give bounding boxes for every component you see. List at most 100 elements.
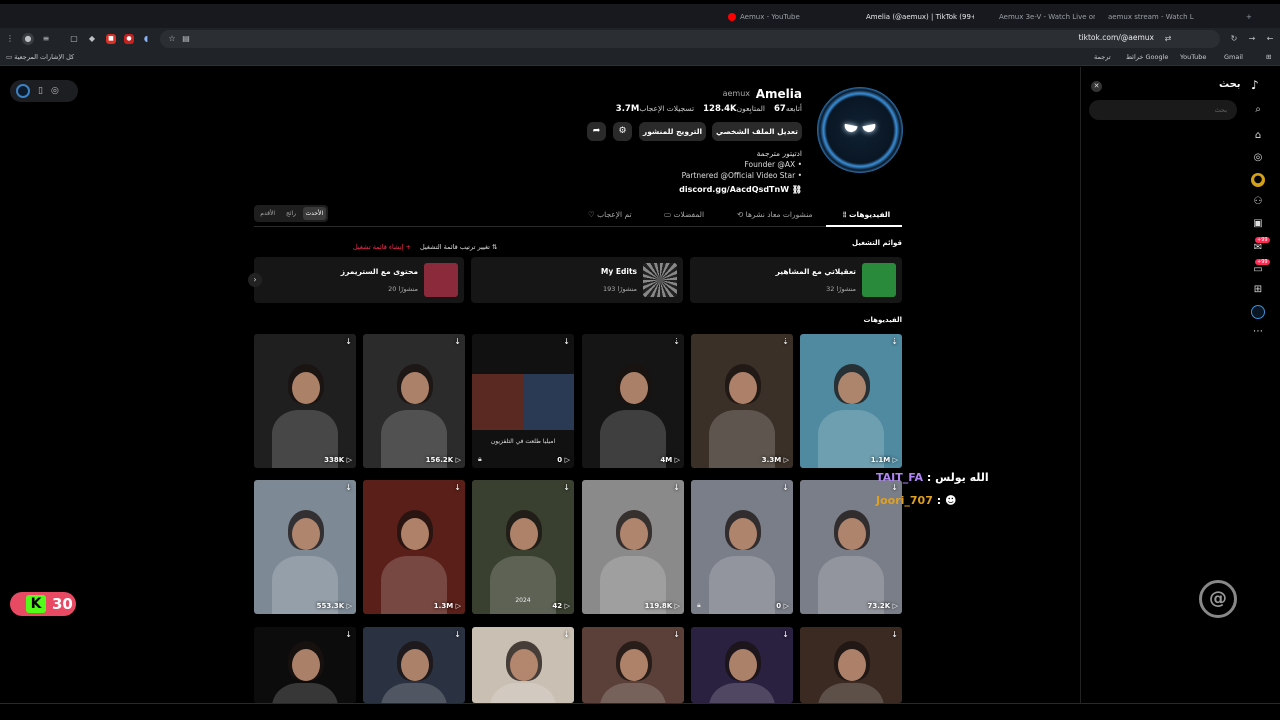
apps-grid-icon[interactable]: ⊞: [1266, 53, 1271, 61]
video-card[interactable]: ↓: [472, 627, 574, 703]
browser-tab-active[interactable]: Amelia (@aemux) | TikTok (99+): [862, 10, 974, 24]
download-icon[interactable]: ↓: [345, 337, 352, 346]
extension-icon[interactable]: ▢: [68, 33, 80, 45]
playlist-card[interactable]: My Edits 193 منشورًا: [471, 257, 683, 303]
page-info-icon[interactable]: ▤: [180, 33, 192, 45]
promote-post-button[interactable]: الترويج للمنشور: [639, 122, 706, 141]
address-bar[interactable]: ☆ ▤ tiktok.com/@aemux ⇄: [160, 30, 1220, 48]
video-card[interactable]: ⇣ 1.1M ▷: [800, 334, 902, 468]
download-icon[interactable]: ↓: [345, 483, 352, 492]
tab-videos[interactable]: ⦙⦙ الفيديوهات: [843, 210, 890, 220]
download-icon[interactable]: ↓: [782, 483, 789, 492]
tab-favorites[interactable]: ▭ المفضلات: [664, 210, 704, 219]
more-icon[interactable]: ⋯: [1251, 325, 1265, 339]
download-icon[interactable]: ↓: [891, 483, 898, 492]
floating-widget[interactable]: ▯ ◎: [10, 80, 78, 102]
search-icon[interactable]: ⌕: [1251, 103, 1265, 117]
inbox-icon[interactable]: ✉: [1251, 241, 1265, 255]
all-bookmarks-link[interactable]: ▭ كل الإشارات المرجعية: [6, 53, 74, 61]
video-card[interactable]: ↓ 119.8K ▷: [582, 480, 684, 614]
download-icon[interactable]: ↓: [454, 483, 461, 492]
bookmark-star-icon[interactable]: ☆: [166, 33, 178, 45]
back-icon[interactable]: ←: [1264, 33, 1276, 45]
playlist-card[interactable]: محتوى مع الستريمرز 20 منشورًا: [254, 257, 464, 303]
playlist-scroll-arrow-icon[interactable]: ›: [248, 273, 262, 287]
tab-reposts[interactable]: ⟲ منشورات معاد نشرها: [737, 210, 812, 219]
create-playlist-button[interactable]: إنشاء قائمة تشغيل +: [353, 243, 411, 251]
download-icon[interactable]: ↓: [891, 630, 898, 639]
download-icon[interactable]: ↓: [673, 483, 680, 492]
download-icon[interactable]: ↓: [563, 337, 570, 346]
video-card[interactable]: ↓ 553.3K ▷: [254, 480, 356, 614]
profile-avatar-icon[interactable]: ●: [22, 33, 34, 45]
shield-icon[interactable]: ◆: [86, 33, 98, 45]
video-card[interactable]: ↓: [254, 627, 356, 703]
bookmark-youtube[interactable]: YouTube: [1180, 53, 1206, 61]
following-icon[interactable]: ⚇: [1251, 195, 1265, 209]
video-card[interactable]: ↓: [363, 627, 465, 703]
sort-popular[interactable]: رائج: [279, 207, 302, 220]
stat-followers[interactable]: 128.4Kالمتابِعون: [700, 104, 765, 114]
video-card[interactable]: ↓ 1.3M ▷: [363, 480, 465, 614]
video-card[interactable]: ↓: [800, 627, 902, 703]
phone-icon[interactable]: ▯: [38, 86, 43, 96]
share-icon[interactable]: ➦: [587, 122, 606, 141]
adblock-icon[interactable]: ●: [124, 34, 134, 44]
video-card[interactable]: ⇣ 4M ▷: [582, 334, 684, 468]
video-card[interactable]: ↓ 🔒︎ 0 ▷: [691, 480, 793, 614]
search-input[interactable]: بحث: [1089, 100, 1237, 120]
bookmark-maps[interactable]: خرائط Google: [1126, 53, 1168, 61]
download-icon[interactable]: ↓: [345, 630, 352, 639]
download-icon[interactable]: ↓: [454, 337, 461, 346]
tiktok-logo-icon[interactable]: ♪: [1251, 78, 1259, 92]
download-icon[interactable]: ↓: [782, 630, 789, 639]
bookmark-translate[interactable]: ترجمة: [1094, 53, 1111, 61]
bookmark-gmail[interactable]: Gmail: [1224, 53, 1243, 61]
video-card[interactable]: ↓ 156.2K ▷: [363, 334, 465, 468]
profile-avatar[interactable]: [817, 87, 903, 173]
profile-icon[interactable]: [1251, 305, 1265, 319]
stat-following[interactable]: 67أتابعه: [771, 104, 802, 114]
browser-tab[interactable]: aemux stream - Watch Live on: [1104, 10, 1194, 24]
playlist-card[interactable]: تعقيلاتي مع المشاهير 32 منشورًا: [690, 257, 902, 303]
download-icon[interactable]: ↓: [563, 483, 570, 492]
bio-link[interactable]: discord.gg/AacdQsdTnW ⛓: [679, 185, 802, 194]
video-card[interactable]: ↓ 338K ▷: [254, 334, 356, 468]
video-card[interactable]: ⇣ 3.3M ▷: [691, 334, 793, 468]
video-card[interactable]: ↓: [582, 627, 684, 703]
video-card[interactable]: ↓ 2024 42 ▷: [472, 480, 574, 614]
download-icon[interactable]: ⇣: [891, 337, 898, 346]
tab-liked[interactable]: ♡ تم الإعجاب: [588, 210, 632, 219]
reorder-playlists-button[interactable]: تغيير ترتيب قائمة التشغيل ⇅: [420, 243, 497, 251]
download-icon[interactable]: ↓: [454, 630, 461, 639]
edit-profile-button[interactable]: تعديل الملف الشخصي: [712, 122, 802, 141]
settings-icon[interactable]: ⚙: [613, 122, 632, 141]
live-icon[interactable]: ▣: [1251, 217, 1265, 231]
video-card[interactable]: ↓: [691, 627, 793, 703]
download-icon[interactable]: ↓: [563, 630, 570, 639]
browser-tab[interactable]: Aemux - YouTube: [728, 10, 828, 24]
download-icon[interactable]: ⇣: [782, 337, 789, 346]
site-settings-icon[interactable]: ⇄: [1162, 33, 1174, 45]
forward-icon[interactable]: →: [1246, 33, 1258, 45]
compass-icon[interactable]: ◎: [51, 86, 59, 96]
close-icon[interactable]: ✕: [1091, 81, 1102, 92]
download-icon[interactable]: ↓: [673, 630, 680, 639]
explore-icon[interactable]: ◎: [1251, 151, 1265, 165]
menu-icon[interactable]: ⋮: [4, 33, 16, 45]
extensions-icon[interactable]: ≡: [40, 33, 52, 45]
reload-icon[interactable]: ↻: [1228, 33, 1240, 45]
sort-latest[interactable]: الأحدث: [302, 207, 326, 220]
upload-icon[interactable]: ⊞: [1251, 283, 1265, 297]
download-icon[interactable]: ⇣: [673, 337, 680, 346]
thumbnail-figure: [620, 372, 648, 404]
extension-badge-icon[interactable]: ■: [106, 34, 116, 44]
video-card[interactable]: ↓ اميليا طلعت في التلفزيون 🔒︎ 0 ▷: [472, 334, 574, 468]
messages-icon[interactable]: ▭: [1251, 263, 1265, 277]
new-tab-icon[interactable]: +: [1246, 10, 1256, 24]
home-icon[interactable]: ⌂: [1251, 129, 1265, 143]
live-avatar-icon[interactable]: ●: [1251, 173, 1265, 187]
translate-icon[interactable]: ◖: [140, 33, 152, 45]
browser-tab[interactable]: Aemux 3e-V - Watch Live on: [995, 10, 1095, 24]
sort-oldest[interactable]: الأقدم: [256, 207, 279, 220]
